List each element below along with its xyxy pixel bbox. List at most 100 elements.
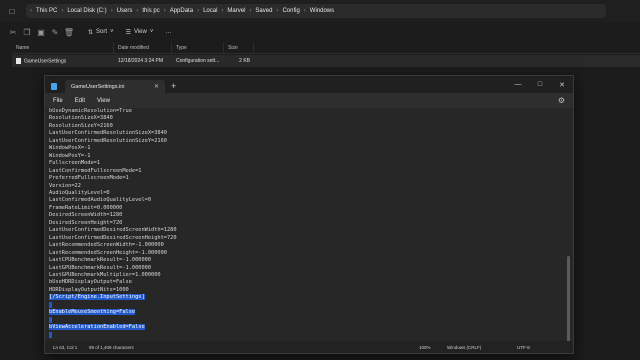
sort-label: Sort	[96, 29, 108, 35]
monitor-icon[interactable]: □	[6, 5, 18, 17]
text-line-content: bUseHDRDisplayOutput=False	[49, 279, 132, 286]
chevron-right-icon: ›	[303, 8, 306, 14]
text-line: LastUserConfirmedResolutionSizeX=3840	[49, 130, 177, 137]
paste-icon[interactable]: ▣	[34, 28, 48, 37]
chevron-right-icon: ›	[61, 8, 64, 14]
column-headers: Name Date modified Type Size	[12, 42, 640, 54]
text-line-content: LastRecommendedScreenWidth=-1.000000	[49, 242, 164, 249]
chevron-down-icon: ˅	[110, 29, 114, 35]
text-line: bUseDynamicResolution=True	[49, 108, 177, 115]
text-line: LastUserConfirmedDesiredScreenWidth=1280	[49, 227, 177, 234]
menu-edit[interactable]: Edit	[75, 98, 85, 104]
text-line-content: WindowPosX=-1	[49, 145, 91, 152]
text-line-content: WindowPosY=-1	[49, 152, 91, 159]
breadcrumb-item[interactable]: This PC	[36, 8, 57, 14]
column-date[interactable]: Date modified	[114, 42, 172, 53]
text-line-content: ResolutionSizeX=3840	[49, 115, 113, 122]
text-line-content: LastUserConfirmedResolutionSizeX=3840	[49, 130, 167, 137]
status-bar: Ln 63, Col 1 99 of 1,409 characters 100%…	[45, 341, 573, 353]
rename-icon[interactable]: ✎	[48, 28, 62, 37]
new-tab-button[interactable]: +	[171, 81, 176, 91]
column-size[interactable]: Size	[224, 42, 254, 53]
breadcrumb-item[interactable]: AppData	[170, 8, 193, 14]
file-name-cell: GameUserSettings	[12, 57, 114, 65]
notepad-titlebar: GameUserSettings.ini ✕ + — □ ✕	[45, 76, 573, 93]
text-line: [/Script/Engine.InputSettings]	[49, 294, 177, 301]
text-line-content: bViewAccelerationEnabled=False	[49, 324, 145, 331]
text-line: LastUserConfirmedResolutionSizeY=2160	[49, 138, 177, 145]
text-line-content: LastGPUBenchmarkResult=-1.000000	[49, 264, 152, 271]
text-line-content: LastConfirmedFullscreenMode=1	[49, 167, 142, 174]
notepad-window: GameUserSettings.ini ✕ + — □ ✕ File Edit…	[44, 75, 574, 354]
text-line: FrameRateLimit=0.000000	[49, 205, 177, 212]
column-name[interactable]: Name	[12, 42, 114, 53]
text-editor[interactable]: bUseDynamicResolution=True ResolutionSize…	[45, 108, 573, 342]
copy-icon[interactable]: ❐	[20, 28, 34, 37]
chevron-right-icon: ›	[163, 8, 166, 14]
maximize-icon[interactable]: □	[529, 81, 551, 88]
text-line: HDRDisplayOutputNits=1000	[49, 287, 177, 294]
text-line-content: PreferredFullscreenMode=1	[49, 175, 129, 182]
text-line-content: AudioQualityLevel=0	[49, 189, 110, 196]
more-options-button[interactable]: …	[165, 29, 171, 35]
command-bar: ✂ ❐ ▣ ✎ 🗑 ⇅ Sort ˅ ☰ View ˅ …	[0, 22, 640, 42]
sort-button[interactable]: ⇅ Sort ˅	[88, 29, 114, 36]
text-line-content: LastConfirmedAudioQualityLevel=0	[49, 197, 152, 204]
chevron-right-icon: ›	[249, 8, 252, 14]
menu-view[interactable]: View	[97, 98, 110, 104]
file-row[interactable]: GameUserSettings 12/18/2024 3:24 PM Conf…	[12, 55, 640, 67]
text-line	[49, 301, 177, 309]
delete-icon[interactable]: 🗑	[62, 28, 76, 37]
text-line: Version=22	[49, 183, 177, 190]
chevron-right-icon: ›	[136, 8, 139, 14]
breadcrumb-item[interactable]: Local	[203, 8, 217, 14]
file-name: GameUserSettings	[24, 58, 67, 65]
text-line-content: bEnableMouseSmoothing=False	[49, 309, 136, 316]
minimize-icon[interactable]: —	[507, 81, 529, 88]
breadcrumb-item[interactable]: this pc	[142, 8, 159, 14]
close-icon[interactable]: ✕	[551, 81, 573, 89]
address-bar: □ › This PC › Local Disk (C:) › Users › this pc…	[0, 0, 640, 22]
file-icon	[16, 57, 21, 64]
breadcrumb-item[interactable]: Windows	[310, 8, 334, 14]
breadcrumb-item[interactable]: Users	[117, 8, 133, 14]
text-line-content: LastUserConfirmedDesiredScreenWidth=1280	[49, 227, 177, 234]
text-line-content	[49, 316, 53, 323]
text-line-content: HDRDisplayOutputNits=1000	[49, 286, 129, 293]
scrollbar[interactable]	[567, 256, 570, 342]
column-type[interactable]: Type	[172, 42, 224, 53]
file-date: 12/18/2024 3:24 PM	[118, 58, 164, 64]
text-line: LastRecommendedScreenWidth=-1.000000	[49, 242, 177, 249]
text-line: LastRecommendedScreenHeight=-1.000000	[49, 250, 177, 257]
cut-icon[interactable]: ✂	[6, 28, 20, 37]
text-line: ResolutionSizeX=3840	[49, 115, 177, 122]
text-line: LastConfirmedAudioQualityLevel=0	[49, 197, 177, 204]
text-line: LastGPUBenchmarkResult=-1.000000	[49, 265, 177, 272]
text-line: LastCPUBenchmarkResult=-1.000000	[49, 257, 177, 264]
chevron-right-icon: ›	[110, 8, 113, 14]
text-line-content: Version=22	[49, 182, 81, 189]
breadcrumb-item[interactable]: Local Disk (C:)	[67, 8, 106, 14]
menu-file[interactable]: File	[53, 98, 63, 104]
text-line-content: DesiredScreenWidth=1280	[49, 212, 123, 219]
text-line: DesiredScreenHeight=720	[49, 220, 177, 227]
text-line: ResolutionSizeY=2160	[49, 123, 177, 130]
breadcrumb-item[interactable]: Saved	[255, 8, 272, 14]
breadcrumb[interactable]: › This PC › Local Disk (C:) › Users › this pc › A…	[26, 4, 606, 18]
text-line: LastConfirmedFullscreenMode=1	[49, 168, 177, 175]
file-list: Name Date modified Type Size GameUserSet…	[12, 42, 640, 67]
text-line-content	[49, 301, 53, 308]
text-line: DesiredScreenWidth=1280	[49, 212, 177, 219]
close-tab-icon[interactable]: ✕	[154, 83, 159, 90]
tab-gameusersettings[interactable]: GameUserSettings.ini ✕	[65, 80, 165, 93]
text-line-content: LastGPUBenchmarkMultiplier=1.000000	[49, 271, 161, 278]
view-button[interactable]: ☰ View ˅	[126, 29, 154, 36]
text-line	[49, 316, 177, 324]
breadcrumb-item[interactable]: Marvel	[227, 8, 245, 14]
gear-icon[interactable]: ⚙	[558, 96, 565, 105]
breadcrumb-item[interactable]: Config	[282, 8, 299, 14]
sort-icon: ⇅	[88, 29, 94, 36]
text-line: bViewAccelerationEnabled=False	[49, 324, 177, 331]
text-line: WindowPosY=-1	[49, 153, 177, 160]
text-content[interactable]: bUseDynamicResolution=True ResolutionSize…	[49, 108, 177, 339]
